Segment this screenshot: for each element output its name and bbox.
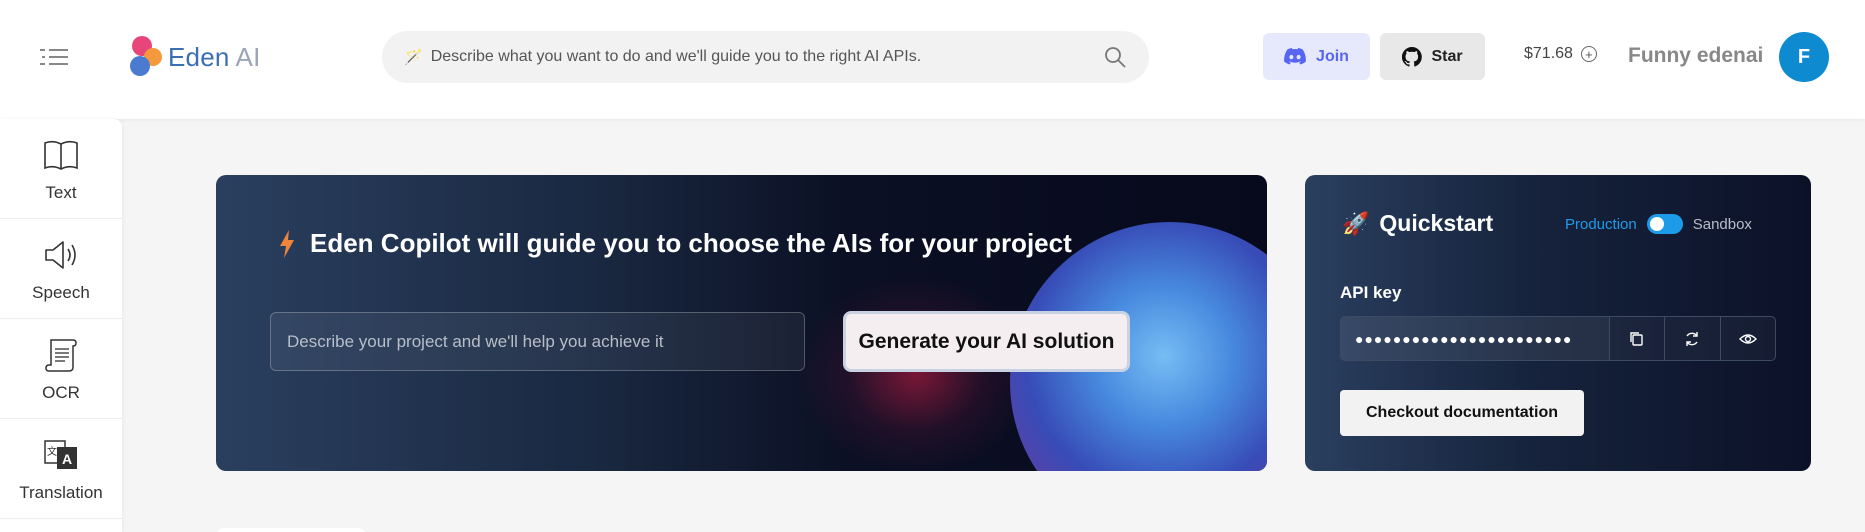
discord-join-button[interactable]: Join	[1263, 33, 1370, 80]
next-section-edge	[216, 528, 366, 532]
search-input[interactable]	[430, 48, 1103, 66]
credits-amount: $71.68	[1524, 45, 1573, 62]
env-sandbox-label: Sandbox	[1692, 215, 1752, 233]
eye-icon	[1738, 333, 1757, 344]
book-icon	[44, 140, 78, 170]
quickstart-title-text: Quickstart	[1379, 210, 1494, 236]
logo-mark-icon	[130, 36, 164, 78]
reveal-api-key-button[interactable]	[1719, 317, 1775, 360]
sidebar-item-ocr[interactable]: OCR	[0, 319, 122, 419]
svg-text:A: A	[62, 451, 72, 467]
username[interactable]: Funny edenai	[1628, 44, 1763, 68]
svg-text:文: 文	[47, 445, 57, 458]
environment-toggle[interactable]	[1646, 214, 1683, 234]
environment-switch: Production Sandbox	[1565, 214, 1752, 234]
checkout-documentation-button[interactable]: Checkout documentation	[1340, 390, 1584, 436]
generate-ai-solution-button[interactable]: Generate your AI solution	[843, 311, 1130, 372]
sidebar-item-label: Text	[45, 182, 77, 202]
refresh-icon	[1686, 331, 1699, 346]
join-label: Join	[1316, 47, 1349, 65]
add-credits-icon[interactable]: +	[1580, 46, 1597, 62]
avatar[interactable]: F	[1779, 32, 1829, 82]
project-description-input[interactable]	[270, 312, 805, 371]
sidebar-item-speech[interactable]: Speech	[0, 219, 122, 319]
sidebar-item-text[interactable]: Text	[0, 119, 122, 219]
copy-icon	[1630, 331, 1643, 346]
sidebar: Text Speech OCR A 文 Translation	[0, 119, 122, 532]
copilot-title: Eden Copilot will guide you to choose th…	[278, 228, 1072, 259]
credits-balance: $71.68 +	[1524, 45, 1597, 63]
github-star-button[interactable]: Star	[1380, 33, 1485, 80]
sidebar-item-label: Translation	[19, 482, 103, 502]
logo-text: Eden AI	[168, 41, 261, 72]
sidebar-item-label: Speech	[32, 282, 90, 302]
search-icon[interactable]	[1103, 45, 1127, 69]
copy-api-key-button[interactable]	[1609, 317, 1665, 360]
card-glow	[796, 275, 1036, 471]
discord-icon	[1284, 48, 1306, 65]
translate-icon: A 文	[44, 439, 77, 469]
api-key-label: API key	[1340, 283, 1402, 302]
api-key-group: ●●●●●●●●●●●●●●●●●●●●●●●	[1340, 316, 1776, 361]
quickstart-title: 🚀 Quickstart	[1342, 210, 1493, 237]
global-search[interactable]: 🪄	[382, 31, 1149, 83]
lightning-icon	[280, 229, 294, 258]
menu-collapse-icon[interactable]	[40, 48, 68, 66]
rocket-icon: 🚀	[1342, 210, 1370, 236]
star-label: Star	[1431, 47, 1463, 65]
sidebar-item-translation[interactable]: A 文 Translation	[0, 419, 122, 519]
scroll-icon	[45, 338, 77, 372]
magic-wand-icon: 🪄	[404, 49, 423, 66]
speaker-icon	[45, 240, 76, 269]
top-bar: EdenAI 🪄 Join Star $71.68 + Funny edenai…	[0, 0, 1865, 119]
regenerate-api-key-button[interactable]	[1664, 317, 1720, 360]
sidebar-item-label: OCR	[42, 382, 80, 402]
copilot-title-text: Eden Copilot will guide you to choose th…	[310, 228, 1072, 258]
env-production-label: Production	[1565, 215, 1637, 233]
github-icon	[1402, 46, 1423, 67]
eden-ai-logo[interactable]: Eden AI	[130, 36, 261, 78]
api-key-field[interactable]: ●●●●●●●●●●●●●●●●●●●●●●●	[1341, 317, 1609, 360]
